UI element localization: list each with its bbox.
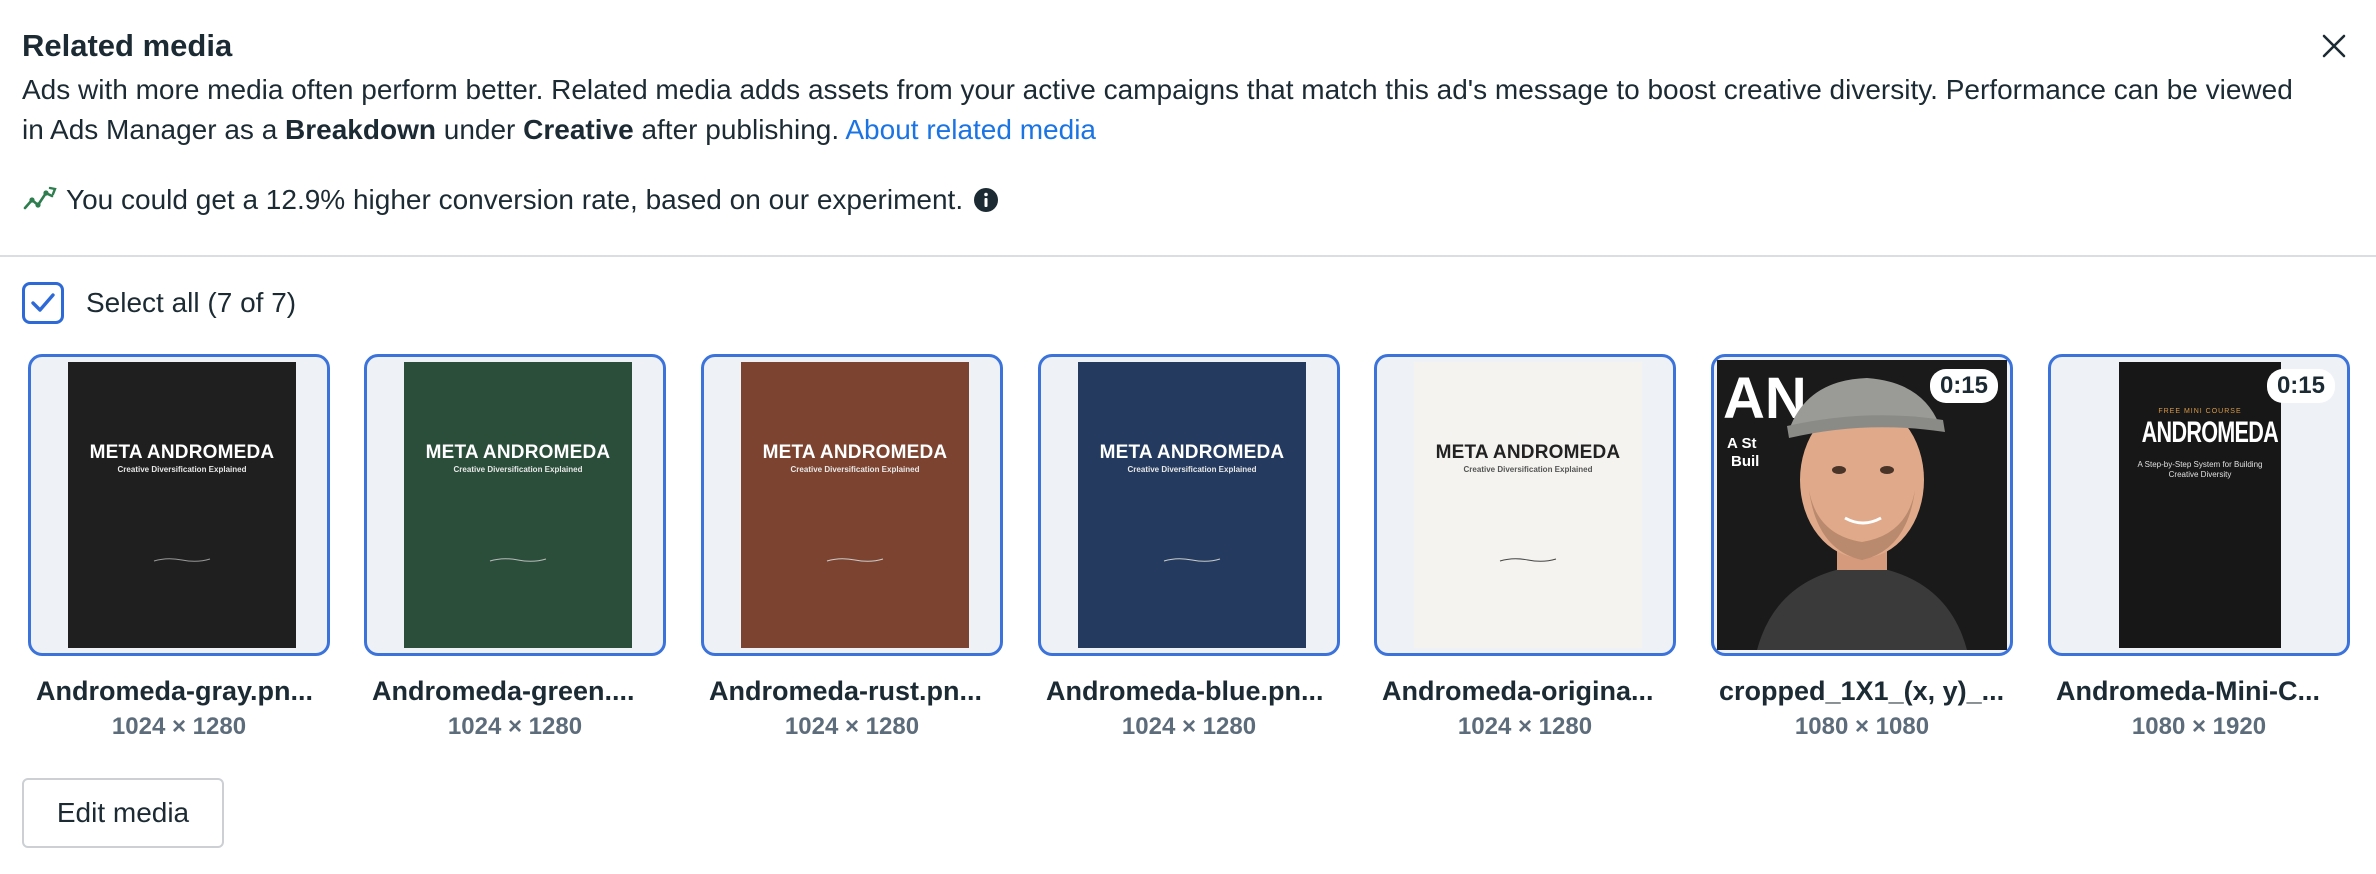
media-dimensions: 1024 × 1280 — [111, 713, 247, 740]
media-tile[interactable]: META ANDROMEDA Creative Diversification … — [1374, 354, 1676, 741]
video-duration-badge: 0:15 — [1929, 369, 1998, 403]
trend-up-icon — [22, 182, 58, 218]
select-all-label: Select all (7 of 7) — [86, 287, 297, 318]
media-thumbnail[interactable]: META ANDROMEDA Creative Diversification … — [701, 354, 1003, 656]
media-dimensions: 1024 × 1280 — [447, 713, 583, 740]
insight-text: You could get a 12.9% higher conversion … — [66, 184, 964, 215]
related-media-header: Related media Ads with more media often … — [22, 26, 2312, 150]
media-name: Andromeda-rust.pn... — [709, 676, 983, 706]
description: Ads with more media often perform better… — [22, 74, 2293, 145]
media-dimensions: 1024 × 1280 — [1121, 713, 1257, 740]
svg-text:A St: A St — [1727, 435, 1756, 452]
poster-image: META ANDROMEDA Creative Diversification … — [741, 362, 969, 648]
media-name: Andromeda-blue.pn... — [1046, 676, 1324, 706]
media-dimensions: 1080 × 1920 — [2131, 713, 2267, 740]
check-icon — [31, 293, 55, 312]
media-name: cropped_1X1_(x, y)_... — [1719, 676, 2005, 706]
media-tile[interactable]: META ANDROMEDA Creative Diversification … — [1038, 354, 1340, 741]
media-name: Andromeda-Mini-C... — [2056, 676, 2320, 706]
poster-image: META ANDROMEDA Creative Diversification … — [1078, 362, 1306, 648]
media-thumbnail[interactable]: AN A St Buil 0:15 — [1711, 354, 2013, 656]
conversion-insight: You could get a 12.9% higher conversion … — [22, 178, 999, 222]
media-thumbnail[interactable]: META ANDROMEDA Creative Diversification … — [1038, 354, 1340, 656]
svg-text:Buil: Buil — [1731, 453, 1759, 470]
media-tile[interactable]: META ANDROMEDA Creative Diversification … — [364, 354, 666, 741]
media-name: Andromeda-green.... — [372, 676, 635, 706]
media-name: Andromeda-gray.pn... — [36, 676, 314, 706]
media-tile[interactable]: META ANDROMEDA Creative Diversification … — [701, 354, 1003, 741]
video-thumbnail-image: AN A St Buil — [1717, 360, 2007, 650]
media-name: Andromeda-origina... — [1382, 676, 1654, 706]
select-all-checkbox[interactable]: Select all (7 of 7) — [22, 282, 296, 324]
poster-image: META ANDROMEDA Creative Diversification … — [68, 362, 296, 648]
poster-image: META ANDROMEDA Creative Diversification … — [404, 362, 632, 648]
poster-image: META ANDROMEDA Creative Diversification … — [1414, 362, 1642, 648]
media-dimensions: 1024 × 1280 — [1457, 713, 1593, 740]
checkbox[interactable] — [22, 282, 64, 324]
edit-media-button[interactable]: Edit media — [22, 778, 224, 848]
media-thumbnail[interactable]: META ANDROMEDA Creative Diversification … — [28, 354, 330, 656]
media-dimensions: 1024 × 1280 — [784, 713, 920, 740]
media-dimensions: 1080 × 1080 — [1794, 713, 1930, 740]
media-tile[interactable]: FREE MINI COURSE ANDROMEDA A Step-by-Ste… — [2048, 354, 2350, 741]
media-thumbnail[interactable]: META ANDROMEDA Creative Diversification … — [364, 354, 666, 656]
divider — [0, 255, 2376, 257]
media-thumbnail[interactable]: META ANDROMEDA Creative Diversification … — [1374, 354, 1676, 656]
media-thumbnail[interactable]: FREE MINI COURSE ANDROMEDA A Step-by-Ste… — [2048, 354, 2350, 656]
media-tile[interactable]: META ANDROMEDA Creative Diversification … — [28, 354, 330, 741]
video-duration-badge: 0:15 — [2266, 369, 2335, 403]
about-related-media-link[interactable]: About related media — [845, 114, 1096, 145]
close-icon[interactable] — [2316, 28, 2352, 64]
info-icon[interactable] — [973, 187, 999, 213]
page-title: Related media — [22, 28, 233, 63]
media-tile[interactable]: AN A St Buil 0:15 cropped_1X1_(x, y)_...… — [1711, 354, 2013, 741]
video-poster-image: FREE MINI COURSE ANDROMEDA A Step-by-Ste… — [2119, 362, 2281, 648]
